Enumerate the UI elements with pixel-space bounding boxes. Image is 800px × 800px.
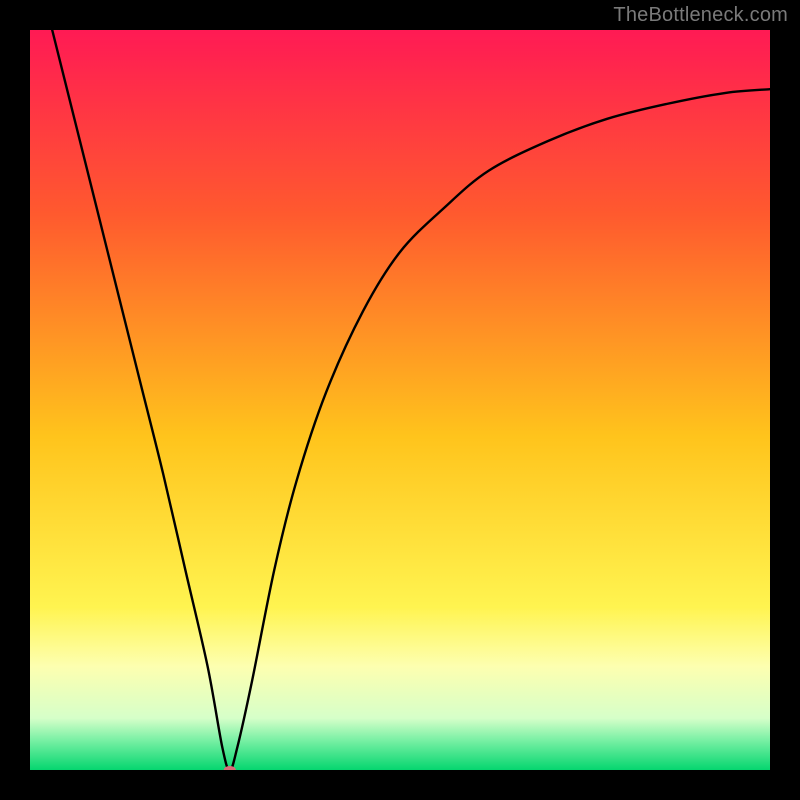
attribution-text: TheBottleneck.com [613,4,788,27]
chart-background [30,30,770,770]
bottleneck-chart [30,30,770,770]
chart-frame: TheBottleneck.com [0,0,800,800]
